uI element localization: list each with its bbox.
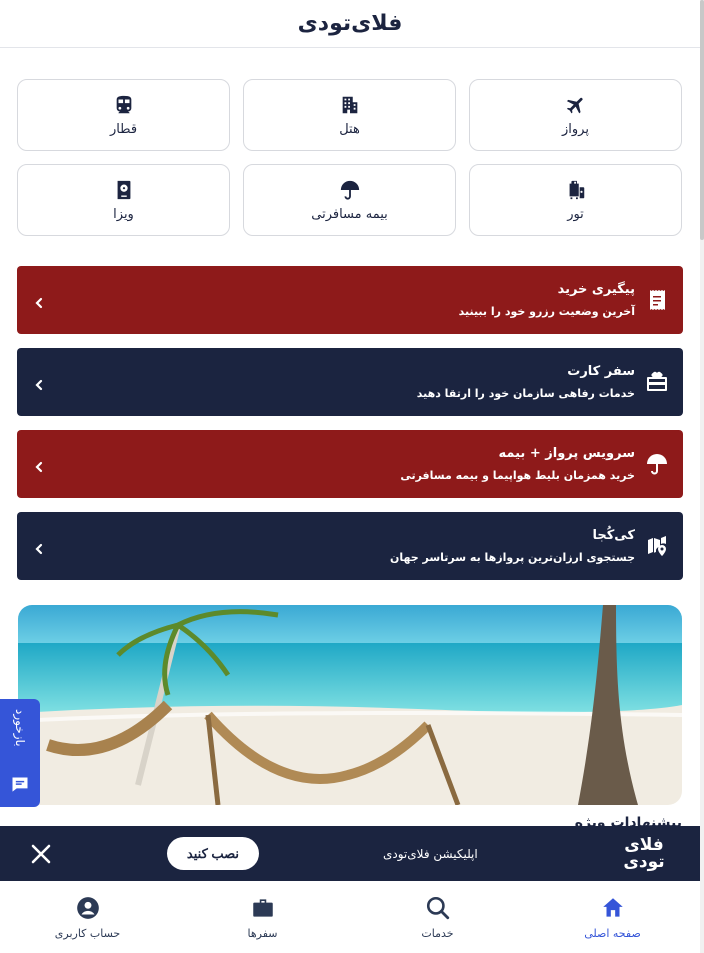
app-header: فلای‌تودی	[0, 0, 700, 48]
user-circle-icon	[76, 896, 99, 919]
service-visa-label: ویزا	[113, 206, 134, 222]
chevron-left-icon	[33, 294, 45, 309]
promo-banners: پیگیری خرید آخرین وضعیت رزرو خود را ببین…	[17, 266, 683, 594]
feedback-icon	[12, 777, 28, 792]
banner-title: سرویس پرواز + بیمه	[498, 446, 635, 461]
chevron-left-icon	[33, 540, 45, 555]
bottom-navigation: حساب کاربری سفرها خدمات صفحه اصلی	[0, 881, 700, 953]
nav-label: سفرها	[247, 926, 278, 940]
service-hotel[interactable]: هتل	[243, 79, 456, 151]
umbrella-icon	[340, 180, 359, 200]
nav-label: حساب کاربری	[54, 926, 121, 940]
banner-subtitle: آخرین وضعیت رزرو خود را ببینید	[458, 305, 635, 318]
umbrella-icon	[645, 452, 669, 476]
nav-account[interactable]: حساب کاربری	[0, 881, 175, 953]
home-icon	[602, 897, 623, 917]
service-flight[interactable]: پرواز	[469, 79, 682, 151]
nav-trips[interactable]: سفرها	[175, 881, 350, 953]
nav-services[interactable]: خدمات	[350, 881, 525, 953]
service-train[interactable]: قطار	[17, 79, 230, 151]
logo-line2: تودی	[623, 851, 665, 872]
banner-subtitle: خدمات رفاهی سازمان خود را ارتقا دهید	[416, 387, 635, 400]
install-app-logo: فلای تودی	[618, 834, 670, 872]
service-flight-label: پرواز	[562, 121, 589, 137]
hotel-building-icon	[342, 96, 357, 113]
banner-subtitle: جستجوی ارزان‌ترین پروازها به سرتاسر جهان	[389, 551, 635, 564]
gift-card-icon	[645, 370, 669, 394]
banner-title: سفر کارت	[567, 364, 635, 379]
train-icon	[116, 95, 131, 113]
service-hotel-label: هتل	[339, 121, 360, 137]
beach-hero-image[interactable]	[18, 605, 682, 805]
nav-home[interactable]: صفحه اصلی	[525, 881, 700, 953]
banner-safar-card[interactable]: سفر کارت خدمات رفاهی سازمان خود را ارتقا…	[17, 348, 683, 416]
search-icon	[426, 896, 449, 919]
receipt-icon	[645, 288, 669, 312]
service-visa[interactable]: ویزا	[17, 164, 230, 236]
nav-label: خدمات	[421, 926, 454, 940]
banner-subtitle: خرید همزمان بلیط هواپیما و بیمه مسافرتی	[400, 469, 635, 482]
service-insurance[interactable]: بیمه مسافرتی	[243, 164, 456, 236]
feedback-tab[interactable]: بازخورد	[0, 699, 40, 807]
logo-line1: فلای	[624, 834, 664, 855]
chevron-left-icon	[33, 376, 45, 391]
nav-label: صفحه اصلی	[584, 926, 641, 940]
scrollbar-thumb[interactable]	[700, 0, 704, 240]
service-insurance-label: بیمه مسافرتی	[311, 206, 388, 222]
close-icon[interactable]	[29, 842, 53, 866]
install-text: اپلیکیشن فلای‌تودی	[383, 846, 478, 861]
service-tour[interactable]: تور	[469, 164, 682, 236]
service-tour-label: تور	[567, 206, 584, 222]
feedback-label: بازخورد	[13, 709, 27, 747]
luggage-icon	[569, 180, 584, 199]
briefcase-icon	[252, 898, 273, 917]
banner-order-tracking[interactable]: پیگیری خرید آخرین وضعیت رزرو خود را ببین…	[17, 266, 683, 334]
service-train-label: قطار	[109, 121, 138, 137]
page-scrollbar[interactable]	[700, 0, 704, 953]
banner-kikoja[interactable]: کی‌کُجا جستجوی ارزان‌ترین پروازها به سرت…	[17, 512, 683, 580]
banner-flight-insurance[interactable]: سرویس پرواز + بیمه خرید همزمان بلیط هواپ…	[17, 430, 683, 498]
app-logo[interactable]: فلای‌تودی	[298, 11, 403, 36]
chevron-left-icon	[33, 458, 45, 473]
services-grid: پرواز هتل قطار تور بیمه مسافرتی ویزا	[17, 79, 682, 236]
install-app-bar: نصب کنید اپلیکیشن فلای‌تودی فلای تودی	[0, 826, 700, 881]
passport-icon	[117, 180, 130, 199]
install-button[interactable]: نصب کنید	[167, 837, 259, 870]
map-pin-icon	[645, 534, 669, 558]
banner-title: کی‌کُجا	[592, 528, 635, 543]
airplane-icon	[566, 97, 583, 113]
banner-title: پیگیری خرید	[557, 282, 635, 297]
